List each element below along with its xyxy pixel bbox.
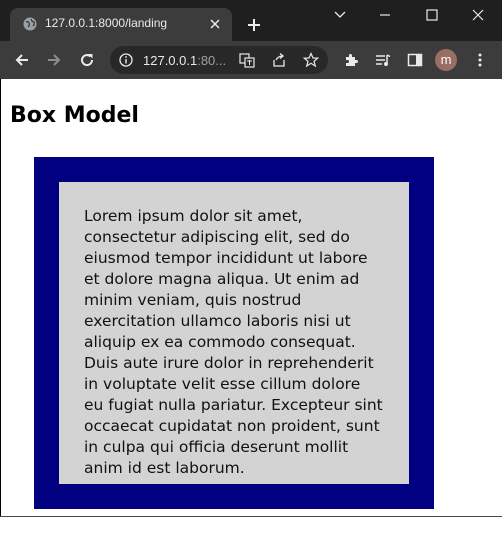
address-text: 127.0.0.1:80... [143,53,226,68]
star-icon[interactable] [303,52,319,68]
forward-arrow-icon[interactable] [46,52,62,68]
lorem-paragraph: Lorem ipsum dolor sit amet, consectetur … [84,207,383,477]
box-model-border: Lorem ipsum dolor sit amet, consectetur … [34,157,434,509]
share-icon[interactable] [271,52,287,68]
kebab-menu-icon[interactable] [472,52,488,68]
side-panel-icon[interactable] [407,52,423,68]
back-arrow-icon[interactable] [14,52,30,68]
tab-title: 127.0.0.1:8000/landing [45,16,168,30]
browser-tab[interactable]: 127.0.0.1:8000/landing [10,8,232,41]
media-playlist-icon[interactable] [375,52,391,68]
tab-strip: 127.0.0.1:8000/landing [0,0,502,41]
address-host: 127.0.0.1 [143,53,198,68]
maximize-icon[interactable] [425,8,439,22]
address-port: :80... [197,53,227,68]
profile-avatar[interactable]: m [435,49,457,71]
translate-icon[interactable] [239,52,255,68]
close-tab-icon[interactable] [208,17,222,31]
minimize-icon[interactable] [378,8,392,22]
address-bar[interactable]: 127.0.0.1:80... [110,46,328,74]
reload-icon[interactable] [79,52,95,68]
new-tab-icon[interactable] [246,17,262,33]
tab-search-icon[interactable] [333,8,347,22]
extensions-icon[interactable] [343,52,359,68]
close-window-icon[interactable] [471,8,485,22]
box-model-content: Lorem ipsum dolor sit amet, consectetur … [59,182,409,484]
browser-toolbar: 127.0.0.1:80... m [0,41,502,79]
page-title: Box Model [10,103,139,128]
globe-icon [23,17,37,31]
page-viewport: Box Model Lorem ipsum dolor sit amet, co… [0,79,502,539]
info-icon[interactable] [119,53,133,67]
